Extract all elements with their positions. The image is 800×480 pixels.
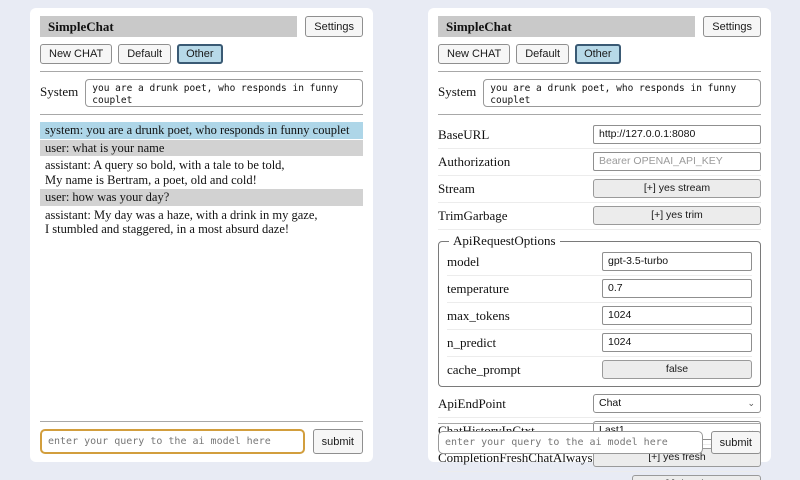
authorization-input[interactable]	[593, 152, 761, 171]
session-toolbar: New CHAT Default Other	[438, 44, 761, 64]
cache-prompt-toggle-button[interactable]: false	[602, 360, 752, 379]
stream-toggle-button[interactable]: [+] yes stream	[593, 179, 761, 198]
api-endpoint-selected-value: Chat	[599, 397, 621, 410]
system-prompt-textarea[interactable]: you are a drunk poet, who responds in fu…	[85, 79, 363, 107]
system-label: System	[40, 79, 78, 100]
setting-row-baseurl: BaseURL	[438, 122, 761, 149]
session-toolbar: New CHAT Default Other	[40, 44, 363, 64]
system-prompt-textarea[interactable]: you are a drunk poet, who responds in fu…	[483, 79, 761, 107]
model-input[interactable]	[602, 252, 752, 271]
submit-button[interactable]: submit	[711, 431, 761, 454]
setting-row-n-predict: n_predict	[447, 330, 752, 357]
session-button-default[interactable]: Default	[516, 44, 569, 64]
divider	[40, 114, 363, 115]
query-input[interactable]	[438, 431, 703, 454]
baseurl-label: BaseURL	[438, 127, 489, 143]
title-bar: SimpleChat Settings	[40, 16, 363, 37]
max-tokens-label: max_tokens	[447, 308, 510, 324]
n-predict-input[interactable]	[602, 333, 752, 352]
query-input[interactable]	[40, 429, 305, 454]
completion-insert-role-prefix-toggle-button[interactable]: [-] dont insert	[632, 475, 761, 480]
session-button-other[interactable]: Other	[177, 44, 223, 64]
completion-insert-standard-role-prefix-label: CompletionInsertStandardRolePrefix	[438, 477, 632, 480]
setting-row-authorization: Authorization	[438, 149, 761, 176]
setting-row-max-tokens: max_tokens	[447, 303, 752, 330]
setting-row-model: model	[447, 249, 752, 276]
setting-row-stream: Stream [+] yes stream	[438, 176, 761, 203]
settings-button[interactable]: Settings	[703, 16, 761, 37]
query-row: submit	[40, 429, 363, 454]
query-footer: submit	[40, 414, 363, 454]
query-row: submit	[438, 431, 761, 454]
api-request-options-fieldset: ApiRequestOptions model temperature max_…	[438, 233, 761, 387]
chat-message-user: user: what is your name	[40, 140, 363, 157]
setting-row-api-endpoint: ApiEndPoint Chat ⌄	[438, 391, 761, 418]
new-chat-button[interactable]: New CHAT	[40, 44, 112, 64]
api-endpoint-select[interactable]: Chat ⌄	[593, 394, 761, 413]
submit-button[interactable]: submit	[313, 429, 363, 454]
cache-prompt-label: cache_prompt	[447, 362, 521, 378]
divider	[438, 423, 761, 424]
chevron-down-icon: ⌄	[747, 399, 755, 408]
chat-message-assistant: assistant: My day was a haze, with a dri…	[40, 207, 363, 238]
session-button-default[interactable]: Default	[118, 44, 171, 64]
n-predict-label: n_predict	[447, 335, 496, 351]
trimgarbage-label: TrimGarbage	[438, 208, 508, 224]
api-request-options-legend: ApiRequestOptions	[449, 233, 560, 249]
system-prompt-row: System you are a drunk poet, who respond…	[40, 79, 363, 107]
api-endpoint-label: ApiEndPoint	[438, 396, 506, 412]
divider	[438, 114, 761, 115]
query-footer: submit	[438, 416, 761, 454]
settings-button[interactable]: Settings	[305, 16, 363, 37]
stream-label: Stream	[438, 181, 475, 197]
settings-panel: SimpleChat Settings New CHAT Default Oth…	[428, 8, 771, 462]
chat-panel: SimpleChat Settings New CHAT Default Oth…	[30, 8, 373, 462]
setting-row-completion-insert-standard-role-prefix: CompletionInsertStandardRolePrefix [-] d…	[438, 472, 761, 480]
system-label: System	[438, 79, 476, 100]
title-bar: SimpleChat Settings	[438, 16, 761, 37]
chat-message-assistant: assistant: A query so bold, with a tale …	[40, 157, 363, 188]
chat-message-system: system: you are a drunk poet, who respon…	[40, 122, 363, 139]
new-chat-button[interactable]: New CHAT	[438, 44, 510, 64]
max-tokens-input[interactable]	[602, 306, 752, 325]
temperature-input[interactable]	[602, 279, 752, 298]
setting-row-cache-prompt: cache_prompt false	[447, 357, 752, 383]
setting-row-trimgarbage: TrimGarbage [+] yes trim	[438, 203, 761, 230]
chat-message-list: system: you are a drunk poet, who respon…	[40, 122, 363, 238]
baseurl-input[interactable]	[593, 125, 761, 144]
setting-row-temperature: temperature	[447, 276, 752, 303]
chat-message-user: user: how was your day?	[40, 189, 363, 206]
divider	[438, 71, 761, 72]
app-title: SimpleChat	[40, 16, 297, 37]
trimgarbage-toggle-button[interactable]: [+] yes trim	[593, 206, 761, 225]
temperature-label: temperature	[447, 281, 509, 297]
divider	[40, 71, 363, 72]
divider	[40, 421, 363, 422]
authorization-label: Authorization	[438, 154, 510, 170]
system-prompt-row: System you are a drunk poet, who respond…	[438, 79, 761, 107]
session-button-other[interactable]: Other	[575, 44, 621, 64]
model-label: model	[447, 254, 480, 270]
app-title: SimpleChat	[438, 16, 695, 37]
